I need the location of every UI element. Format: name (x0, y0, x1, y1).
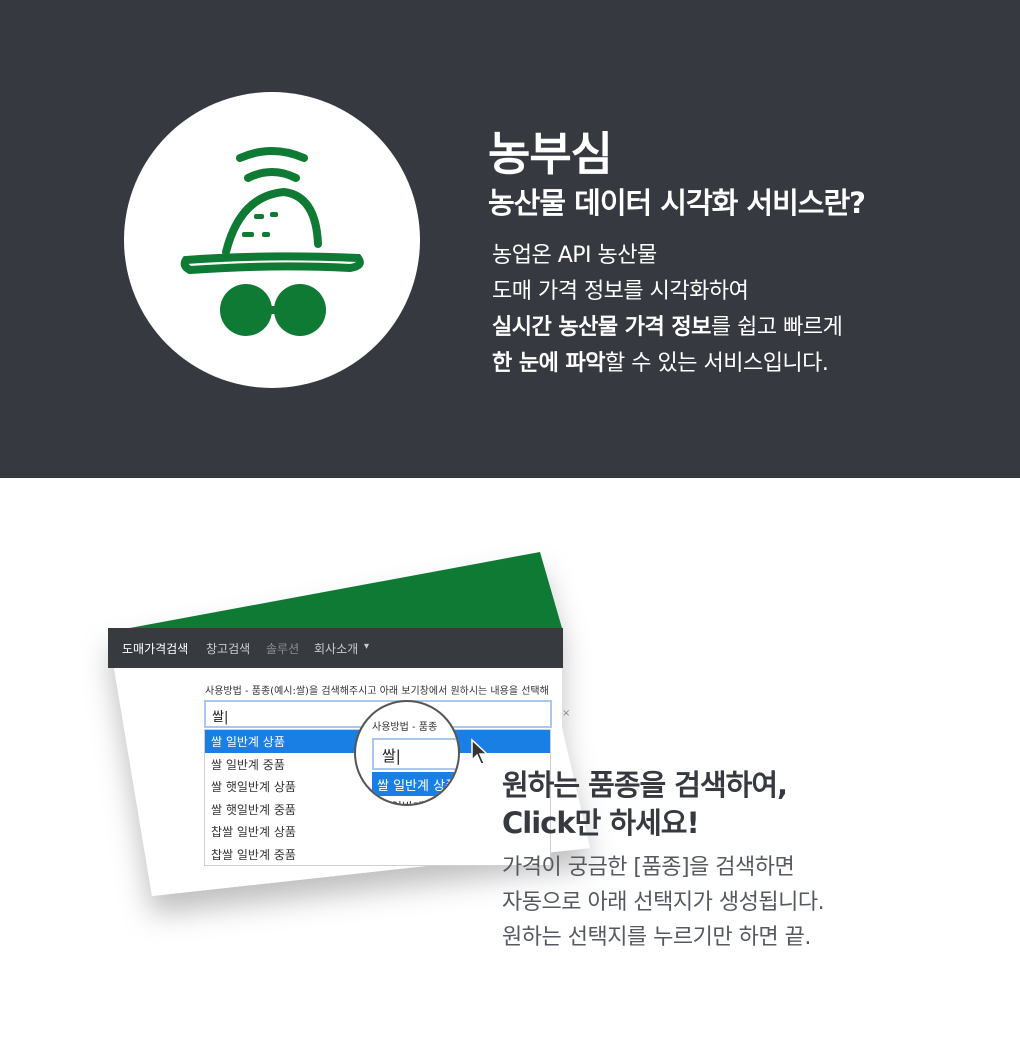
hero-desc-text: 를 쉽고 빠르게 (710, 315, 843, 340)
app-navbar: 도매가격검색 창고검색 솔루션 회사소개 ▾ (108, 628, 563, 668)
usage-instructions: 사용방법 - 품종(예시:쌀)을 검색해주시고 아래 보기창에서 원하시는 내용… (205, 686, 549, 697)
feature-desc-line: 자동으로 아래 선택지가 생성됩니다. (502, 890, 825, 915)
list-item[interactable]: 찹쌀 일반계 상품 (205, 820, 550, 843)
hero-desc-line: 도매 가격 정보를 시각화하여 (492, 279, 749, 304)
hero-desc-text: 할 수 있는 서비스입니다. (605, 351, 829, 376)
magnified-search-input: 쌀| (372, 738, 458, 770)
feature-description: 가격이 궁금한 [품종]을 검색하면 자동으로 아래 선택지가 생성됩니다. 원… (502, 850, 825, 955)
hero-desc-line: 농업온 API 농산물 (492, 243, 657, 268)
feature-title-line: 원하는 품종을 검색하여, (502, 768, 788, 802)
farmer-hat-glasses-icon (180, 147, 364, 336)
brand-subtitle: 농산물 데이터 시각화 서비스란? (488, 186, 866, 220)
magnified-selected-item: 쌀 일반계 상품 (372, 772, 458, 796)
magnified-usage-text: 사용방법 - 품종 (372, 722, 438, 733)
feature-desc-line: 가격이 궁금한 [품종]을 검색하면 (502, 855, 795, 880)
nav-item-company[interactable]: 회사소개 (314, 640, 358, 657)
mouse-cursor-icon (471, 738, 489, 765)
nav-brand-link[interactable]: 도매가격검색 (122, 640, 188, 657)
feature-title-line: Click만 하세요! (502, 806, 700, 840)
hero-desc-line: 한 눈에 파악할 수 있는 서비스입니다. (492, 346, 992, 382)
nav-item-warehouse[interactable]: 창고검색 (206, 640, 250, 657)
brand-title: 농부심 (488, 127, 613, 181)
logo-badge (124, 92, 420, 388)
nav-item-solution[interactable]: 솔루션 (266, 640, 299, 657)
hero-desc-emphasis: 한 눈에 파악 (492, 351, 606, 376)
feature-desc-line: 원하는 선택지를 누르기만 하면 끝. (502, 925, 811, 950)
feature-title: 원하는 품종을 검색하여, Click만 하세요! (502, 766, 788, 842)
clear-icon[interactable]: × (562, 708, 570, 719)
hero-desc-line: 실시간 농산물 가격 정보를 쉽고 빠르게 (492, 310, 992, 346)
hero-section: 농부심 농산물 데이터 시각화 서비스란? 농업온 API 농산물 도매 가격 … (0, 0, 1020, 478)
magnifier-lens: 사용방법 - 품종 쌀| 쌀 일반계 상품 쌀 일반계 (354, 700, 460, 806)
hero-description: 농업온 API 농산물 도매 가격 정보를 시각화하여 실시간 농산물 가격 정… (492, 238, 992, 382)
list-item[interactable]: 찹쌀 일반계 중품 (205, 843, 550, 866)
hero-desc-emphasis: 실시간 농산물 가격 정보 (492, 315, 711, 340)
chevron-down-icon[interactable]: ▾ (364, 641, 369, 652)
